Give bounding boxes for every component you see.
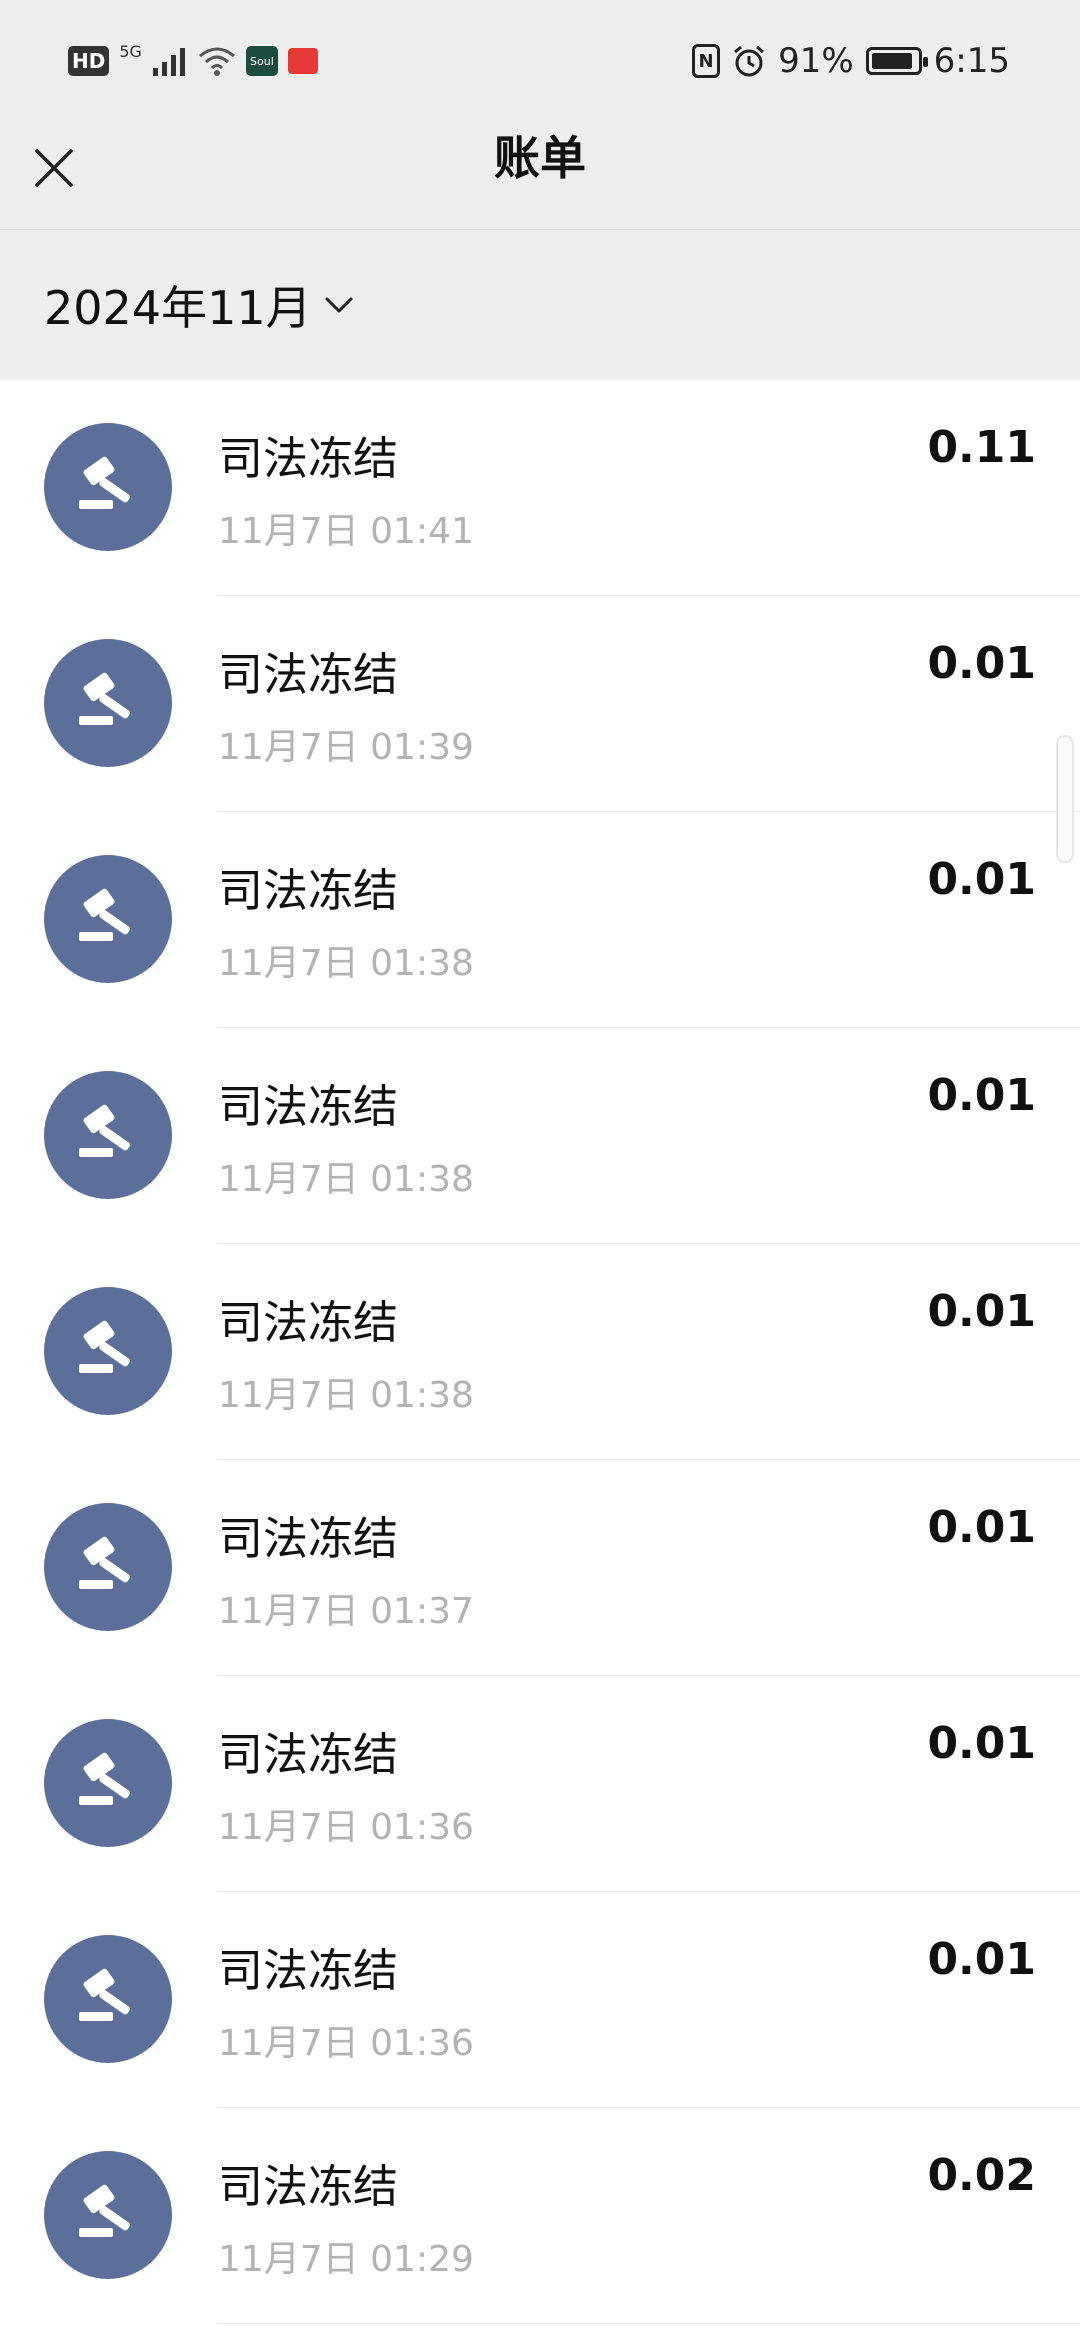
transaction-time: 11月7日 01:29 <box>218 2239 474 2280</box>
title-bar: 账单 <box>0 120 1080 230</box>
transaction-amount: 0.01 <box>927 1934 1036 1985</box>
cellular-signal-icon <box>152 48 185 76</box>
transaction-avatar <box>44 2151 172 2279</box>
transaction-avatar <box>44 1503 172 1631</box>
transaction-amount: 0.01 <box>927 1286 1036 1337</box>
alarm-icon <box>734 45 765 77</box>
transaction-amount: 0.01 <box>927 1070 1036 1121</box>
transaction-title: 司法冻结 <box>218 648 399 701</box>
gavel-icon <box>79 672 130 725</box>
row-divider <box>218 2323 1080 2324</box>
transaction-avatar <box>44 1071 172 1199</box>
transaction-amount: 0.01 <box>927 854 1036 905</box>
status-bar: HD 5G Soul N 91% 6:15 <box>0 0 1080 120</box>
gavel-icon <box>79 1536 130 1589</box>
gavel-icon <box>79 888 130 941</box>
transaction-row[interactable]: 司法冻结 11月7日 01:38 0.01 <box>0 1244 1080 1460</box>
transaction-row[interactable]: 司法冻结 11月7日 01:37 0.01 <box>0 1460 1080 1676</box>
transaction-row[interactable]: 司法冻结 11月7日 01:41 0.11 <box>0 380 1080 596</box>
transaction-amount: 0.01 <box>927 1502 1036 1553</box>
month-filter-bar: 2024年11月 <box>0 230 1080 380</box>
clock-time: 6:15 <box>933 41 1010 81</box>
page-title: 账单 <box>494 131 586 185</box>
transaction-avatar <box>44 423 172 551</box>
status-left-icons: HD 5G Soul <box>68 40 318 82</box>
gavel-icon <box>79 1968 130 2021</box>
transaction-list: 司法冻结 11月7日 01:41 0.11 司法冻结 11月7日 01:39 0… <box>0 380 1080 2324</box>
transaction-title: 司法冻结 <box>218 864 399 917</box>
transaction-avatar <box>44 1287 172 1415</box>
book-app-icon <box>287 48 318 74</box>
transaction-time: 11月7日 01:36 <box>218 1807 474 1848</box>
transaction-row[interactable]: 司法冻结 11月7日 01:39 0.01 <box>0 596 1080 812</box>
transaction-avatar <box>44 1935 172 2063</box>
transaction-amount: 0.02 <box>927 2150 1036 2201</box>
transaction-title: 司法冻结 <box>218 2160 399 2213</box>
transaction-avatar <box>44 1719 172 1847</box>
gavel-icon <box>79 456 130 509</box>
transaction-title: 司法冻结 <box>218 432 399 485</box>
transaction-avatar <box>44 855 172 983</box>
hd-badge: HD <box>68 46 110 76</box>
nfc-icon: N <box>692 44 721 78</box>
transaction-time: 11月7日 01:38 <box>218 1159 474 1200</box>
transaction-row[interactable]: 司法冻结 11月7日 01:36 0.01 <box>0 1676 1080 1892</box>
month-label: 2024年11月 <box>44 281 312 335</box>
network-type: 5G <box>119 41 142 61</box>
transaction-time: 11月7日 01:36 <box>218 2023 474 2064</box>
soul-app-icon: Soul <box>245 46 278 76</box>
gavel-icon <box>79 2184 130 2237</box>
gavel-icon <box>79 1104 130 1157</box>
transaction-avatar <box>44 639 172 767</box>
transaction-row[interactable]: 司法冻结 11月7日 01:38 0.01 <box>0 812 1080 1028</box>
gavel-icon <box>79 1320 130 1373</box>
battery-icon <box>865 47 928 75</box>
wifi-icon <box>198 47 235 76</box>
transaction-time: 11月7日 01:39 <box>218 727 474 768</box>
transaction-title: 司法冻结 <box>218 1728 399 1781</box>
transaction-time: 11月7日 01:38 <box>218 943 474 984</box>
scroll-indicator[interactable] <box>1056 735 1074 863</box>
transaction-time: 11月7日 01:41 <box>218 511 474 552</box>
chevron-down-icon <box>325 297 353 313</box>
transaction-amount: 0.01 <box>927 638 1036 689</box>
battery-percent: 91% <box>778 41 854 81</box>
status-right-icons: N 91% 6:15 <box>692 40 1010 82</box>
month-picker[interactable]: 2024年11月 <box>44 270 354 340</box>
transaction-amount: 0.01 <box>927 1718 1036 1769</box>
transaction-title: 司法冻结 <box>218 1512 399 1565</box>
transaction-row[interactable]: 司法冻结 11月7日 01:29 0.02 <box>0 2108 1080 2324</box>
transaction-title: 司法冻结 <box>218 1944 399 1997</box>
transaction-title: 司法冻结 <box>218 1080 399 1133</box>
transaction-row[interactable]: 司法冻结 11月7日 01:36 0.01 <box>0 1892 1080 2108</box>
transaction-time: 11月7日 01:37 <box>218 1591 474 1632</box>
gavel-icon <box>79 1752 130 1805</box>
transaction-time: 11月7日 01:38 <box>218 1375 474 1416</box>
transaction-title: 司法冻结 <box>218 1296 399 1349</box>
transaction-row[interactable]: 司法冻结 11月7日 01:38 0.01 <box>0 1028 1080 1244</box>
transaction-amount: 0.11 <box>927 422 1036 473</box>
